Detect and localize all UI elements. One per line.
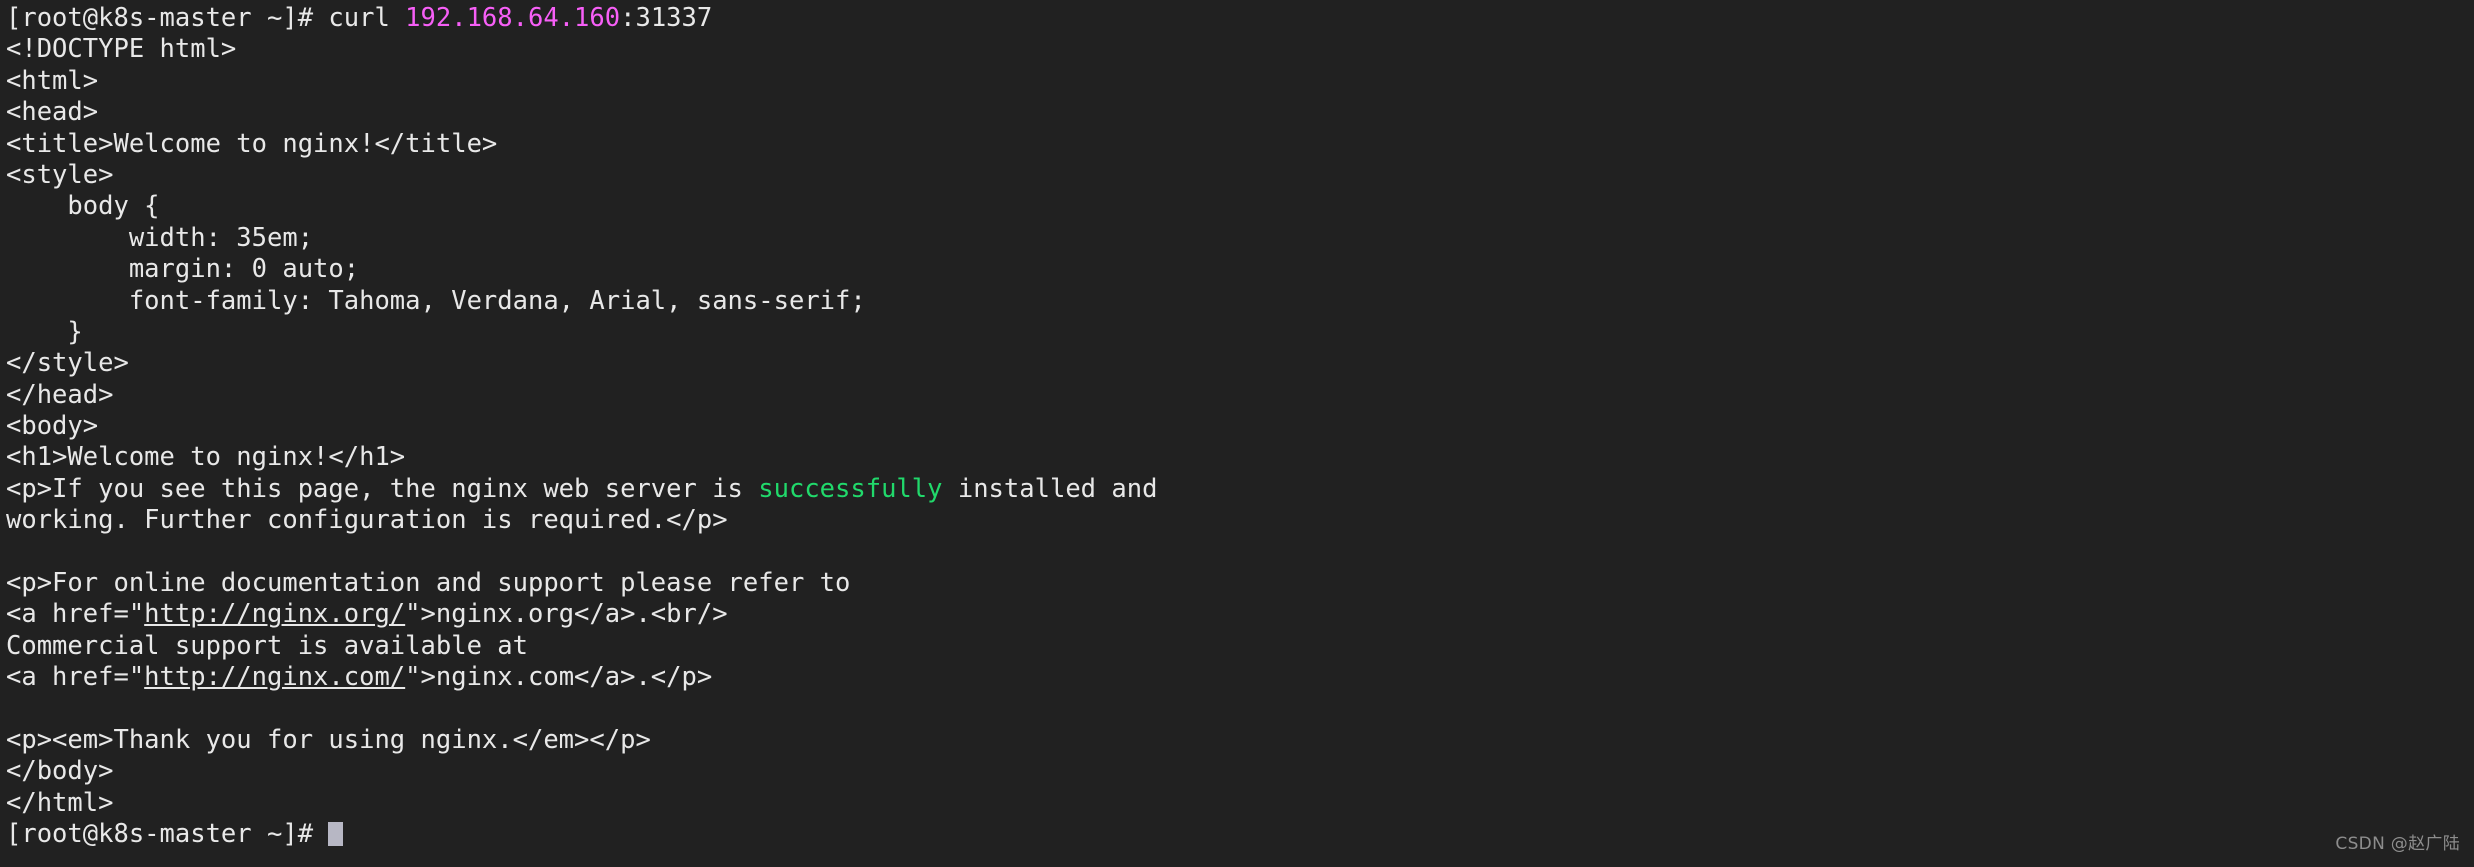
terminal-line: body { [6,191,2474,222]
terminal-window[interactable]: [root@k8s-master ~]# curl 192.168.64.160… [0,0,2474,867]
terminal-text-segment: successfully [758,473,943,504]
terminal-line: <style> [6,160,2474,191]
terminal-text-segment: <html> [6,65,99,96]
terminal-line: </body> [6,756,2474,787]
terminal-text-segment: <body> [6,411,99,442]
terminal-text-segment[interactable]: http://nginx.org/ [144,599,405,629]
terminal-line: </style> [6,348,2474,379]
terminal-text-segment: working. Further configuration is requir… [6,505,728,536]
terminal-line: <a href="http://nginx.org/">nginx.org</a… [6,599,2474,630]
terminal-line: font-family: Tahoma, Verdana, Arial, san… [6,286,2474,317]
terminal-line: </head> [6,380,2474,411]
terminal-line: [root@k8s-master ~]# curl 192.168.64.160… [6,3,2474,34]
terminal-text-segment: 192.168.64.160 [405,3,621,33]
terminal-line: Commercial support is available at [6,631,2474,662]
terminal-text-segment: <head> [6,97,99,128]
terminal-line: <p>If you see this page, the nginx web s… [6,474,2474,505]
terminal-text-segment: <!DOCTYPE html> [6,34,237,65]
terminal-line: working. Further configuration is requir… [6,505,2474,536]
watermark-label: CSDN @赵广陆 [2335,833,2460,854]
terminal-text-segment: </html> [6,787,114,818]
terminal-text-segment: ">nginx.org</a>.<br/> [405,599,728,630]
terminal-text-segment: font-family: Tahoma, Verdana, Arial, san… [6,285,866,316]
terminal-text-segment: margin: 0 auto; [6,254,360,285]
terminal-text-segment: </style> [6,348,129,379]
terminal-line: <p>For online documentation and support … [6,568,2474,599]
terminal-line: <html> [6,66,2474,97]
terminal-line: </html> [6,788,2474,819]
terminal-line: <head> [6,97,2474,128]
terminal-line: width: 35em; [6,223,2474,254]
terminal-text-segment: } [6,316,83,347]
terminal-line: <p><em>Thank you for using nginx.</em></… [6,725,2474,756]
terminal-text-segment: </body> [6,756,114,787]
terminal-text-segment: width: 35em; [6,222,314,253]
terminal-text-segment: <p>If you see this page, the nginx web s… [6,473,759,504]
terminal-text-segment: <p><em>Thank you for using nginx.</em></… [6,724,651,755]
terminal-text-segment: <a href=" [6,599,145,630]
terminal-text-segment: <h1>Welcome to nginx!</h1> [6,442,406,473]
terminal-text-segment: installed and [942,473,1158,504]
terminal-text-segment: <title>Welcome to nginx!</title> [6,128,498,159]
terminal-line: <a href="http://nginx.com/">nginx.com</a… [6,662,2474,693]
terminal-line: <title>Welcome to nginx!</title> [6,129,2474,160]
terminal-line: <!DOCTYPE html> [6,34,2474,65]
terminal-screen[interactable]: [root@k8s-master ~]# curl 192.168.64.160… [0,0,2474,851]
terminal-line: <body> [6,411,2474,442]
terminal-text-segment: :31337 [620,3,713,33]
terminal-text-segment: Commercial support is available at [6,630,528,661]
terminal-text-segment: [root@k8s-master ~]# [6,819,329,850]
terminal-cursor [328,822,344,847]
terminal-line: } [6,317,2474,348]
terminal-line: [root@k8s-master ~]# [6,819,2474,850]
terminal-text-segment: [root@k8s-master ~]# curl [6,3,406,33]
terminal-text-segment: <a href=" [6,662,145,693]
terminal-text-segment: ">nginx.com</a>.</p> [405,662,713,693]
terminal-line: margin: 0 auto; [6,254,2474,285]
terminal-text-segment: </head> [6,379,114,410]
terminal-text-segment: <p>For online documentation and support … [6,568,851,599]
terminal-line: <h1>Welcome to nginx!</h1> [6,442,2474,473]
terminal-text-segment: body { [6,191,160,222]
terminal-text-segment[interactable]: http://nginx.com/ [144,662,405,692]
terminal-text-segment: <style> [6,159,114,190]
